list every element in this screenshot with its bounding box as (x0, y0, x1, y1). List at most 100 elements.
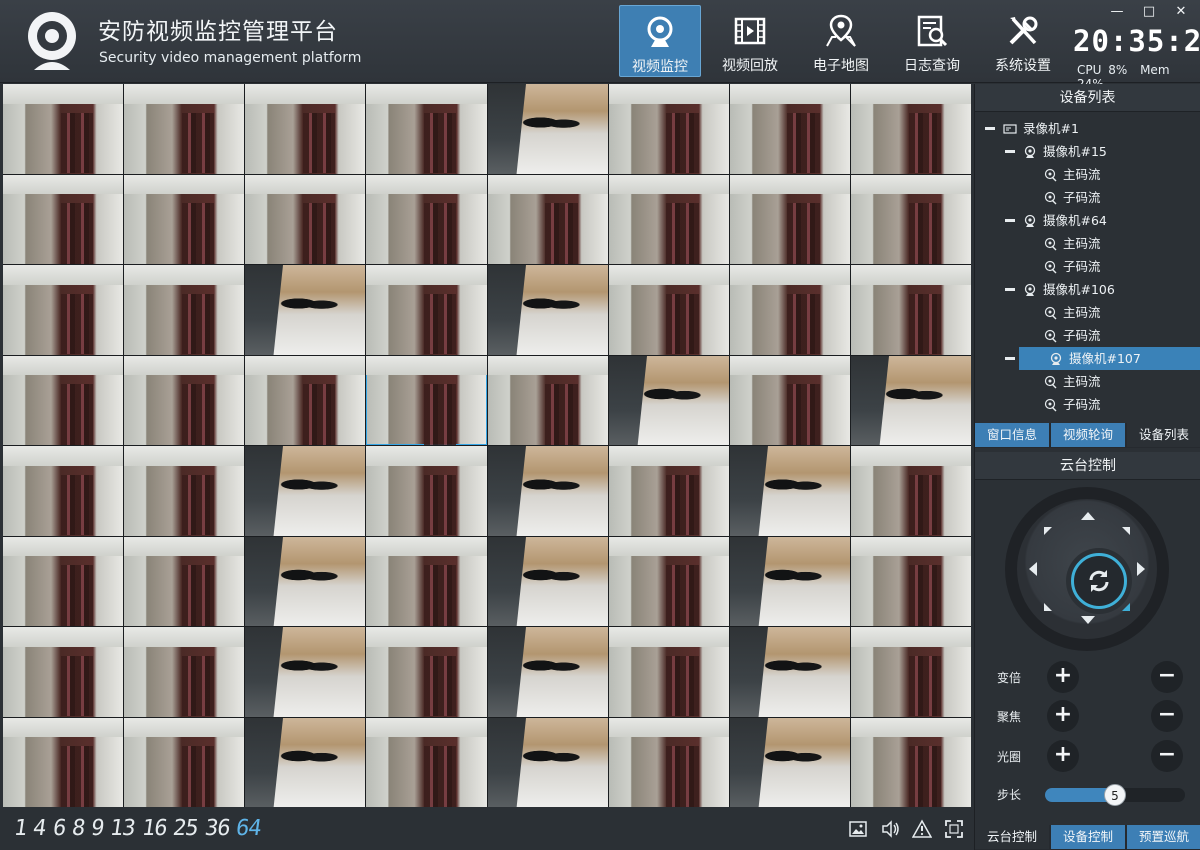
video-cell[interactable] (124, 717, 245, 807)
video-cell[interactable] (366, 717, 487, 807)
ptz-left-arrow[interactable] (1029, 562, 1037, 576)
video-cell[interactable] (850, 265, 971, 355)
video-cell[interactable] (124, 265, 245, 355)
video-cell[interactable] (729, 627, 850, 717)
video-cell[interactable] (850, 717, 971, 807)
volume-icon[interactable] (880, 819, 900, 839)
video-cell[interactable] (3, 536, 124, 626)
device-panel-tab[interactable]: 窗口信息 (975, 423, 1049, 447)
layout-option[interactable]: 16 (140, 816, 168, 841)
iris-plus-button[interactable]: + (1047, 740, 1079, 772)
video-cell[interactable] (124, 84, 245, 174)
layout-option[interactable]: 1 (12, 816, 28, 841)
ptz-down-right-arrow[interactable] (1122, 603, 1130, 611)
device-panel-tab[interactable]: 视频轮询 (1051, 423, 1125, 447)
collapse-icon[interactable] (1005, 219, 1015, 222)
video-cell[interactable] (366, 446, 487, 536)
video-cell[interactable] (608, 355, 729, 445)
layout-option[interactable]: 9 (89, 816, 105, 841)
step-slider[interactable]: 5 (1045, 784, 1185, 806)
video-cell[interactable] (366, 265, 487, 355)
nav-video-playback[interactable]: 视频回放 (709, 5, 791, 77)
alarm-icon[interactable] (912, 819, 932, 839)
video-cell[interactable] (124, 174, 245, 264)
ptz-panel-tab[interactable]: 云台控制 (975, 825, 1049, 849)
video-cell[interactable] (245, 717, 366, 807)
video-cell[interactable] (3, 717, 124, 807)
nav-log-query[interactable]: 日志查询 (891, 5, 973, 77)
tree-stream-node[interactable]: 子码流 (975, 186, 1200, 209)
ptz-auto-rotate-button[interactable] (1071, 553, 1127, 609)
video-cell[interactable] (366, 84, 487, 174)
video-cell[interactable] (487, 627, 608, 717)
device-panel-tab[interactable]: 设备列表 (1127, 423, 1200, 447)
video-cell[interactable] (245, 265, 366, 355)
tree-stream-node[interactable]: 子码流 (975, 324, 1200, 347)
video-cell[interactable] (608, 265, 729, 355)
maximize-button[interactable]: □ (1142, 5, 1156, 19)
focus-plus-button[interactable]: + (1047, 700, 1079, 732)
video-cell[interactable] (608, 446, 729, 536)
video-cell[interactable] (3, 174, 124, 264)
video-cell[interactable] (3, 355, 124, 445)
layout-option[interactable]: 64 (234, 816, 262, 841)
layout-option[interactable]: 4 (31, 816, 47, 841)
tree-stream-node[interactable]: 主码流 (975, 301, 1200, 324)
video-cell[interactable] (366, 355, 487, 445)
zoom-in-button[interactable]: + (1047, 661, 1079, 693)
video-cell[interactable] (729, 536, 850, 626)
video-cell[interactable] (487, 174, 608, 264)
video-cell[interactable] (124, 627, 245, 717)
nav-video-monitor[interactable]: 视频监控 (619, 5, 701, 77)
video-cell[interactable] (245, 355, 366, 445)
ptz-down-arrow[interactable] (1081, 616, 1095, 624)
video-cell[interactable] (850, 174, 971, 264)
tree-stream-node[interactable]: 主码流 (975, 163, 1200, 186)
video-cell[interactable] (245, 84, 366, 174)
ptz-up-left-arrow[interactable] (1044, 527, 1052, 535)
tree-camera-node[interactable]: 摄像机#106 (975, 278, 1200, 301)
tree-camera-node[interactable]: 摄像机#107 (1005, 347, 1200, 370)
video-cell[interactable] (729, 174, 850, 264)
close-button[interactable]: ✕ (1174, 5, 1188, 19)
video-cell[interactable] (608, 717, 729, 807)
video-cell[interactable] (487, 446, 608, 536)
ptz-panel-tab[interactable]: 设备控制 (1051, 825, 1125, 849)
tree-camera-node[interactable]: 摄像机#64 (975, 209, 1200, 232)
nav-system-settings[interactable]: 系统设置 (982, 5, 1064, 77)
video-cell[interactable] (729, 355, 850, 445)
ptz-up-right-arrow[interactable] (1122, 527, 1130, 535)
video-cell[interactable] (3, 627, 124, 717)
layout-option[interactable]: 8 (70, 816, 86, 841)
collapse-icon[interactable] (1005, 150, 1015, 153)
video-cell[interactable] (487, 355, 608, 445)
video-cell[interactable] (729, 446, 850, 536)
snapshot-icon[interactable] (848, 819, 868, 839)
layout-option[interactable]: 6 (51, 816, 67, 841)
layout-option[interactable]: 13 (108, 816, 136, 841)
collapse-icon[interactable] (1005, 357, 1015, 360)
video-cell[interactable] (245, 536, 366, 626)
nav-electronic-map[interactable]: 电子地图 (800, 5, 882, 77)
video-cell[interactable] (608, 84, 729, 174)
video-cell[interactable] (124, 536, 245, 626)
iris-minus-button[interactable]: − (1151, 740, 1183, 772)
tree-camera-node[interactable]: 摄像机#15 (975, 140, 1200, 163)
video-cell[interactable] (850, 446, 971, 536)
video-cell[interactable] (729, 717, 850, 807)
ptz-down-left-arrow[interactable] (1044, 603, 1052, 611)
video-cell[interactable] (487, 84, 608, 174)
layout-option[interactable]: 36 (203, 816, 231, 841)
step-slider-knob[interactable]: 5 (1104, 784, 1126, 806)
video-cell[interactable] (124, 446, 245, 536)
video-cell[interactable] (729, 265, 850, 355)
video-cell[interactable] (850, 355, 971, 445)
collapse-icon[interactable] (1005, 288, 1015, 291)
video-cell[interactable] (245, 627, 366, 717)
video-cell[interactable] (245, 446, 366, 536)
ptz-panel-tab[interactable]: 预置巡航 (1127, 825, 1200, 849)
video-cell[interactable] (3, 265, 124, 355)
fullscreen-icon[interactable] (944, 819, 964, 839)
collapse-icon[interactable] (985, 127, 995, 130)
zoom-out-button[interactable]: − (1151, 661, 1183, 693)
